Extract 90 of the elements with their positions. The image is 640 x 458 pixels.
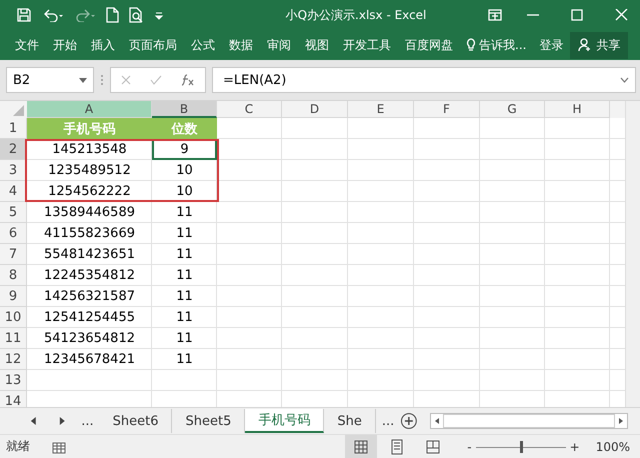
row-header[interactable]: 13 [0,370,27,391]
grip-icon[interactable] [100,74,104,86]
column-header[interactable]: D [282,101,348,118]
row-header[interactable]: 12 [0,349,27,370]
ribbon-tab[interactable]: 开始 [46,32,84,58]
column-header[interactable]: G [480,101,545,118]
macro-record-icon[interactable] [52,440,66,454]
dropdown-icon[interactable] [79,78,87,82]
vertical-scrollbar[interactable] [625,101,640,407]
ribbon-tab[interactable]: 百度网盘 [398,32,460,58]
table-cell-text: 10 [175,162,194,180]
lightbulb-icon[interactable] [466,38,476,52]
normal-view-icon [353,438,370,454]
table-cell-text: 145213548 [51,141,128,159]
table-cell-text: 11 [175,246,194,264]
table-cell-text: 41155823669 [43,225,136,243]
share-button[interactable]: 共享 [570,32,628,58]
zoom-out-button[interactable]: - [467,440,472,454]
row-header[interactable]: 7 [0,244,27,265]
table-cell-text: 54123654812 [43,330,136,348]
add-sheet-icon[interactable] [400,412,418,430]
sign-in-link[interactable]: 登录 [532,36,570,54]
table-cell-text: 14256321587 [43,288,136,306]
table-cell-text: 1254562222 [47,183,132,201]
undo-icon[interactable] [42,8,64,22]
column-header[interactable]: H [545,101,610,118]
row-header[interactable]: 9 [0,286,27,307]
table-cell-text: 11 [175,204,194,222]
ribbon-tab[interactable]: 数据 [222,32,260,58]
window-title: 小Q办公演示.xlsx - Excel [284,6,428,24]
row-header[interactable]: 6 [0,223,27,244]
slider-thumb[interactable] [520,440,523,452]
expand-icon[interactable] [620,77,629,83]
print-preview-icon[interactable] [129,7,144,23]
row-header[interactable]: 2 [0,139,27,160]
row-header[interactable]: 5 [0,202,27,223]
table-cell-text: 11 [175,351,194,369]
ribbon-tab[interactable]: 开发工具 [336,32,398,58]
table-cell-text: 10 [175,183,194,201]
table-cell-text: 12245354812 [43,267,136,285]
new-file-icon[interactable] [106,7,119,23]
ribbon-tab[interactable]: 文件 [8,32,46,58]
selected-cell[interactable]: 9 [152,139,217,160]
zoom-level[interactable]: 100% [596,440,630,454]
view-button[interactable] [345,435,378,458]
sheet-tab[interactable]: ... [75,409,100,433]
row-header[interactable]: 11 [0,328,27,349]
save-icon[interactable] [16,7,32,23]
column-title: 手机号码 [27,118,152,139]
table-cell-text: 13589446589 [43,204,136,222]
tell-me-field[interactable]: 告诉我... [479,36,526,54]
table-cell-text: 55481423651 [43,246,136,264]
status-text: 就绪 [6,438,30,455]
column-header[interactable]: E [348,101,414,118]
sheet-tab[interactable]: 手机号码 [245,409,324,433]
table-cell-text: 11 [175,330,194,348]
insert-function-icon[interactable] [181,74,196,86]
customize-icon[interactable] [154,10,164,20]
ribbon-tab[interactable]: 视图 [298,32,336,58]
sheet-tab[interactable]: Sheet6 [100,409,172,433]
sheet-tab[interactable]: ... [376,409,400,433]
page-break-icon [425,438,442,454]
ribbon-tab[interactable]: 公式 [184,32,222,58]
zoom-in-button[interactable]: + [570,440,580,454]
row-header[interactable]: 10 [0,307,27,328]
column-header[interactable]: C [217,101,282,118]
sheet-tab[interactable]: She [324,409,376,433]
table-cell-text: 11 [175,225,194,243]
row-header[interactable]: 8 [0,265,27,286]
table-cell-text: 11 [175,309,194,327]
column-header[interactable]: F [414,101,480,118]
column-title: 位数 [152,118,217,139]
table-cell-text: 11 [175,267,194,285]
table-cell-text: 1235489512 [47,162,132,180]
ribbon-tab[interactable]: 审阅 [260,32,298,58]
row-header[interactable]: 1 [0,118,27,139]
formula-field[interactable]: =LEN(A2) [212,67,636,93]
name-box[interactable]: B2 [6,67,94,93]
table-cell-text: 12345678421 [43,351,136,369]
ribbon-display-icon[interactable] [488,9,502,21]
table-cell-text: 11 [175,288,194,306]
column-header[interactable]: A [27,101,152,118]
ribbon-tab[interactable]: 页面布局 [122,32,184,58]
person-add-icon [578,38,592,52]
ribbon-tab[interactable]: 插入 [84,32,122,58]
page-layout-icon [389,438,406,454]
table-cell-text: 12541254455 [43,309,136,327]
horizontal-scrollbar[interactable] [430,413,628,429]
redo-icon[interactable] [74,8,96,22]
column-header[interactable]: B [152,101,217,118]
